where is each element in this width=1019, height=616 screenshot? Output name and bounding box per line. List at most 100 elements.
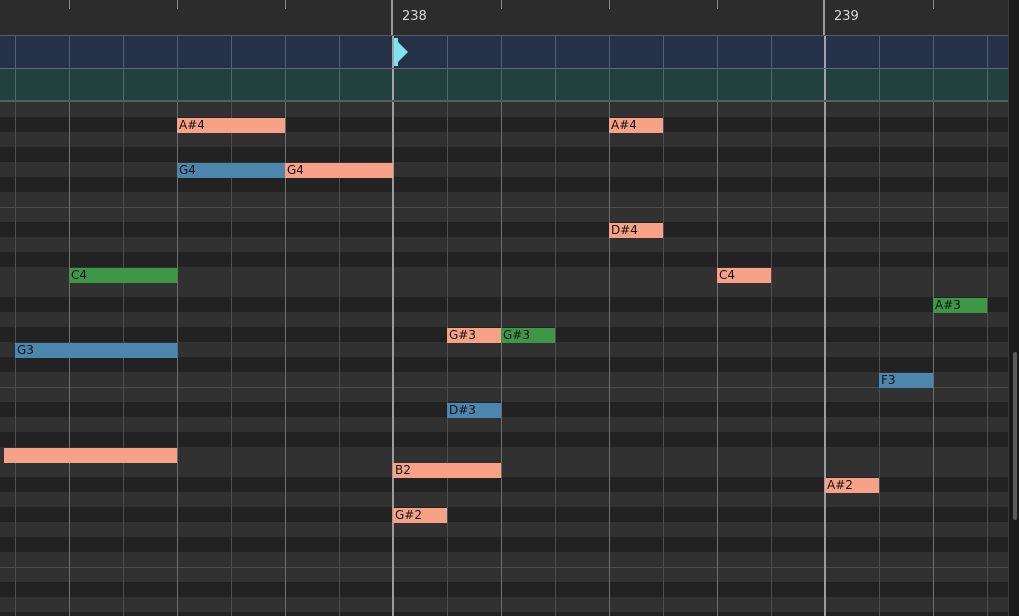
ruler-tick bbox=[717, 0, 718, 9]
strip-gridline bbox=[879, 69, 880, 100]
timeline-ruler[interactable]: 238 239 bbox=[0, 0, 1008, 36]
ruler-bar-marker bbox=[823, 0, 825, 35]
midi-note[interactable]: G#3 bbox=[447, 328, 501, 343]
strip-gridline bbox=[501, 36, 502, 68]
midi-note[interactable]: C4 bbox=[69, 268, 177, 283]
bar-number-238: 238 bbox=[402, 9, 427, 24]
key-row bbox=[0, 417, 1008, 432]
key-row bbox=[0, 402, 1008, 417]
key-row bbox=[0, 162, 1008, 177]
key-row bbox=[0, 612, 1008, 616]
strip-gridline bbox=[447, 69, 448, 100]
key-row bbox=[0, 192, 1008, 207]
key-row bbox=[0, 102, 1008, 117]
key-row bbox=[0, 177, 1008, 192]
key-row bbox=[0, 492, 1008, 507]
midi-note[interactable] bbox=[4, 448, 177, 463]
strip-gridline bbox=[285, 69, 286, 100]
strip-gridline bbox=[123, 36, 124, 68]
strip-gridline bbox=[771, 69, 772, 100]
key-row bbox=[0, 387, 1008, 402]
key-row bbox=[0, 132, 1008, 147]
strip-gridline bbox=[69, 69, 70, 100]
midi-note[interactable]: G4 bbox=[285, 163, 393, 178]
strip-gridline bbox=[663, 69, 664, 100]
playhead-arrow-icon[interactable] bbox=[394, 38, 408, 66]
strip-gridline bbox=[285, 36, 286, 68]
strip-gridline bbox=[447, 36, 448, 68]
key-row bbox=[0, 357, 1008, 372]
ruler-tick bbox=[501, 0, 502, 9]
beat-gridline bbox=[339, 102, 340, 616]
strip-gridline bbox=[717, 36, 718, 68]
automation-strip[interactable] bbox=[0, 69, 1008, 102]
midi-note[interactable]: G#2 bbox=[393, 508, 447, 523]
midi-note[interactable]: G3 bbox=[15, 343, 177, 358]
key-row bbox=[0, 252, 1008, 267]
strip-gridline bbox=[231, 69, 232, 100]
ruler-tick bbox=[177, 0, 178, 9]
key-row bbox=[0, 282, 1008, 297]
beat-gridline bbox=[447, 102, 448, 616]
vertical-scrollbar[interactable] bbox=[1008, 0, 1019, 616]
strip-gridline bbox=[392, 69, 394, 100]
midi-note[interactable]: C4 bbox=[717, 268, 771, 283]
strip-gridline bbox=[987, 36, 988, 68]
midi-note[interactable]: D#4 bbox=[609, 223, 663, 238]
strip-gridline bbox=[987, 69, 988, 100]
key-row bbox=[0, 537, 1008, 552]
midi-note[interactable]: A#2 bbox=[825, 478, 879, 493]
loop-marker-strip[interactable] bbox=[0, 36, 1008, 69]
strip-gridline bbox=[123, 69, 124, 100]
midi-note[interactable]: A#3 bbox=[933, 298, 987, 313]
piano-roll-editor: 238 239 A#4 G4 G4 A#4 D#4 C4 C4 A#3 G#3 G#3 G3 F3 D#… bbox=[0, 0, 1019, 616]
beat-gridline bbox=[69, 102, 70, 616]
bar-gridline bbox=[392, 102, 394, 616]
strip-gridline bbox=[15, 69, 16, 100]
midi-note[interactable]: D#3 bbox=[447, 403, 501, 418]
beat-gridline bbox=[879, 102, 880, 616]
note-grid[interactable]: A#4 G4 G4 A#4 D#4 C4 C4 A#3 G#3 G#3 G3 F3 D#3 B2 A#2 G#… bbox=[0, 102, 1008, 616]
key-row bbox=[0, 237, 1008, 252]
key-row bbox=[0, 567, 1008, 582]
strip-gridline bbox=[609, 36, 610, 68]
midi-note[interactable]: A#4 bbox=[177, 118, 285, 133]
key-row bbox=[0, 117, 1008, 132]
midi-note[interactable]: G#3 bbox=[501, 328, 555, 343]
strip-gridline bbox=[933, 36, 934, 68]
key-row bbox=[0, 222, 1008, 237]
key-row bbox=[0, 522, 1008, 537]
strip-gridline bbox=[69, 36, 70, 68]
strip-gridline bbox=[339, 69, 340, 100]
strip-gridline bbox=[555, 36, 556, 68]
scrollbar-thumb[interactable] bbox=[1013, 352, 1017, 520]
beat-gridline bbox=[15, 102, 16, 616]
beat-gridline bbox=[123, 102, 124, 616]
strip-gridline bbox=[879, 36, 880, 68]
key-row bbox=[0, 582, 1008, 597]
beat-gridline bbox=[501, 102, 502, 616]
strip-gridline bbox=[771, 36, 772, 68]
beat-gridline bbox=[771, 102, 772, 616]
midi-note[interactable]: F3 bbox=[879, 373, 933, 388]
beat-gridline bbox=[987, 102, 988, 616]
key-row bbox=[0, 297, 1008, 312]
key-row bbox=[0, 207, 1008, 222]
strip-gridline bbox=[501, 69, 502, 100]
midi-note[interactable]: B2 bbox=[393, 463, 501, 478]
key-row bbox=[0, 432, 1008, 447]
midi-note[interactable]: G4 bbox=[177, 163, 285, 178]
key-row bbox=[0, 462, 1008, 477]
strip-gridline bbox=[177, 69, 178, 100]
bar-gridline bbox=[824, 102, 826, 616]
ruler-tick bbox=[285, 0, 286, 9]
key-row bbox=[0, 312, 1008, 327]
ruler-tick bbox=[69, 0, 70, 9]
beat-gridline bbox=[663, 102, 664, 616]
strip-gridline bbox=[177, 36, 178, 68]
midi-note[interactable]: A#4 bbox=[609, 118, 663, 133]
strip-gridline bbox=[231, 36, 232, 68]
strip-gridline bbox=[824, 69, 826, 100]
strip-gridline bbox=[339, 36, 340, 68]
key-row bbox=[0, 147, 1008, 162]
